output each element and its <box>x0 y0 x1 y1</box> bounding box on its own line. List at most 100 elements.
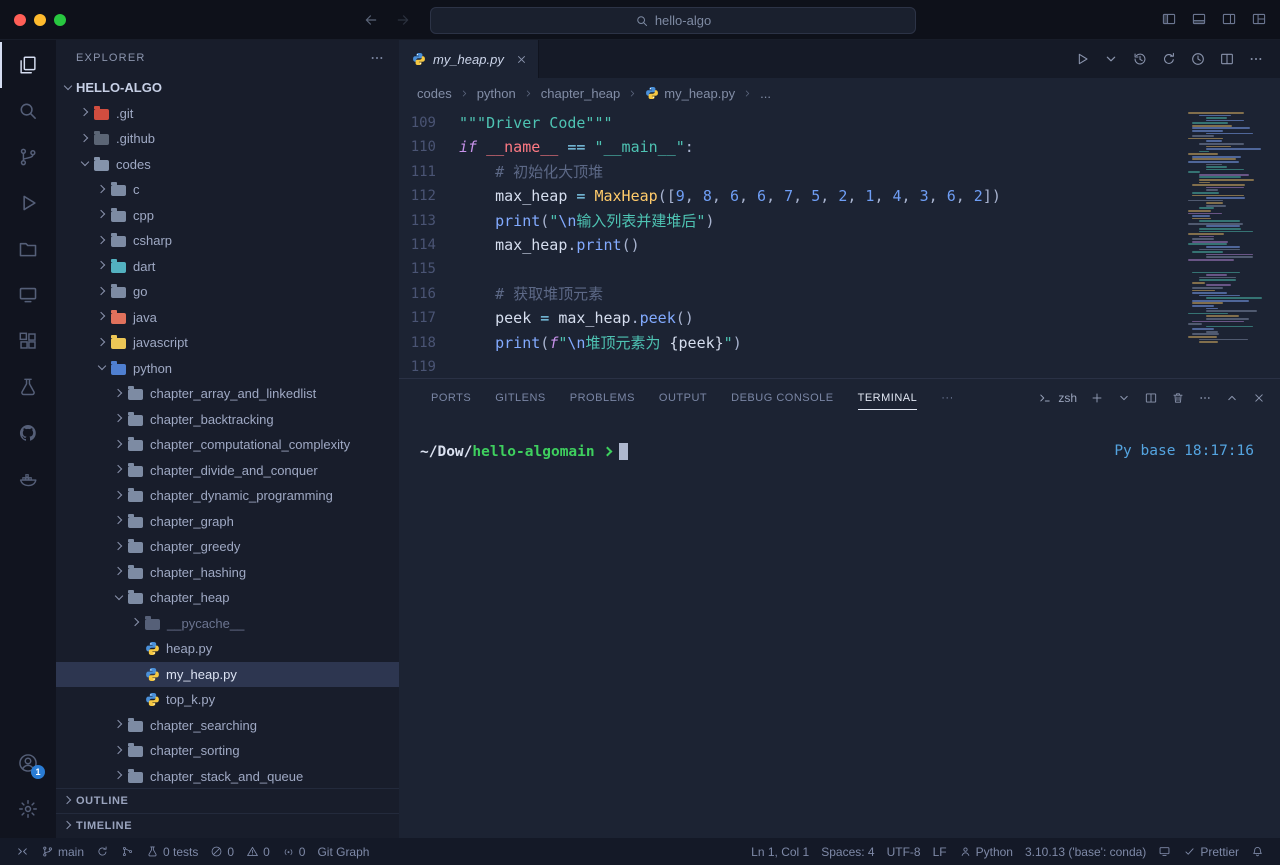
breadcrumb-item-chapter_heap[interactable]: chapter_heap <box>541 86 621 101</box>
code-line-114[interactable]: 114 max_heap.print() <box>399 233 1280 257</box>
tree-item-chapter_searching[interactable]: chapter_searching <box>56 713 399 739</box>
code-line-115[interactable]: 115 <box>399 257 1280 281</box>
tests-status[interactable]: 0 tests <box>140 838 204 865</box>
remote-screen-status[interactable] <box>1152 838 1177 865</box>
code-editor[interactable]: 109"""Driver Code"""110if __name__ == "_… <box>399 108 1280 378</box>
python-interpreter-status[interactable]: 3.10.13 ('base': conda) <box>1019 838 1152 865</box>
remote-status[interactable] <box>10 838 35 865</box>
tree-root[interactable]: HELLO-ALGO <box>56 75 399 101</box>
tree-item-.github[interactable]: .github <box>56 126 399 152</box>
activity-remote-explorer[interactable] <box>0 272 56 318</box>
tree-item-chapter_dynamic_programming[interactable]: chapter_dynamic_programming <box>56 483 399 509</box>
panel-tab-ports[interactable]: PORTS <box>419 379 483 416</box>
close-window-button[interactable] <box>14 14 26 26</box>
terminal-shell-selector[interactable]: zsh <box>1038 391 1077 405</box>
breadcrumb-item--[interactable]: ... <box>760 86 771 101</box>
warnings-status[interactable]: 0 <box>240 838 276 865</box>
activity-project-manager[interactable] <box>0 226 56 272</box>
breadcrumb-item-my_heap-py[interactable]: my_heap.py <box>645 86 735 101</box>
tree-item-__pycache__[interactable]: __pycache__ <box>56 611 399 637</box>
tree-item-csharp[interactable]: csharp <box>56 228 399 254</box>
code-line-111[interactable]: 111 # 初始化大顶堆 <box>399 160 1280 184</box>
panel-tab-output[interactable]: OUTPUT <box>647 379 719 416</box>
cursor-position-status[interactable]: Ln 1, Col 1 <box>745 838 815 865</box>
tree-item-my_heap.py[interactable]: my_heap.py <box>56 662 399 688</box>
sync-changes-status[interactable] <box>90 838 115 865</box>
launch-profile-button[interactable] <box>1117 391 1131 405</box>
split-editor-button[interactable] <box>1219 51 1235 67</box>
code-line-113[interactable]: 113 print("\n输入列表并建堆后") <box>399 209 1280 233</box>
activity-accounts[interactable]: 1 <box>0 740 56 786</box>
code-line-109[interactable]: 109"""Driver Code""" <box>399 111 1280 135</box>
indentation-status[interactable]: Spaces: 4 <box>815 838 880 865</box>
minimize-window-button[interactable] <box>34 14 46 26</box>
tree-item-chapter_computational_complexity[interactable]: chapter_computational_complexity <box>56 432 399 458</box>
notifications-status[interactable] <box>1245 838 1270 865</box>
split-terminal-button[interactable] <box>1144 391 1158 405</box>
tree-item-heap.py[interactable]: heap.py <box>56 636 399 662</box>
code-line-110[interactable]: 110if __name__ == "__main__": <box>399 135 1280 159</box>
tree-item-chapter_heap[interactable]: chapter_heap <box>56 585 399 611</box>
tree-item-chapter_graph[interactable]: chapter_graph <box>56 509 399 535</box>
errors-status[interactable]: 0 <box>204 838 240 865</box>
tree-item-codes[interactable]: codes <box>56 152 399 178</box>
activity-explorer[interactable] <box>0 42 56 88</box>
tree-item-javascript[interactable]: javascript <box>56 330 399 356</box>
go-forward-button[interactable] <box>395 12 411 28</box>
outline-section[interactable]: OUTLINE <box>56 788 399 813</box>
more-actions-button[interactable] <box>1198 391 1212 405</box>
panel-tab-gitlens[interactable]: GITLENS <box>483 379 558 416</box>
tree-item-java[interactable]: java <box>56 305 399 331</box>
terminal[interactable]: ~/Dow/hello-algo main Py base 18:17:16 <box>399 416 1280 838</box>
tree-item-cpp[interactable]: cpp <box>56 203 399 229</box>
zoom-window-button[interactable] <box>54 14 66 26</box>
ports-status[interactable]: 0 <box>276 838 312 865</box>
kill-terminal-button[interactable] <box>1171 391 1185 405</box>
language-mode-status[interactable]: Python <box>953 838 1019 865</box>
maximize-panel-button[interactable] <box>1225 391 1239 405</box>
git-graph-view-status[interactable] <box>115 838 140 865</box>
toggle-secondary-sidebar-button[interactable] <box>1221 11 1237 27</box>
toggle-primary-sidebar-button[interactable] <box>1161 11 1177 27</box>
activity-source-control[interactable] <box>0 134 56 180</box>
activity-testing[interactable] <box>0 364 56 410</box>
activity-docker[interactable] <box>0 456 56 502</box>
code-line-112[interactable]: 112 max_heap = MaxHeap([9, 8, 6, 6, 7, 5… <box>399 184 1280 208</box>
tree-item-chapter_stack_and_queue[interactable]: chapter_stack_and_queue <box>56 764 399 789</box>
git-graph-status[interactable]: Git Graph <box>311 838 375 865</box>
tree-item-chapter_array_and_linkedlist[interactable]: chapter_array_and_linkedlist <box>56 381 399 407</box>
go-back-button[interactable] <box>363 12 379 28</box>
panel-tab-terminal[interactable]: TERMINAL <box>846 379 930 416</box>
run-profile-button[interactable] <box>1190 51 1206 67</box>
branch-status[interactable]: main <box>35 838 90 865</box>
tree-item-.git[interactable]: .git <box>56 101 399 127</box>
tree-item-c[interactable]: c <box>56 177 399 203</box>
tree-item-python[interactable]: python <box>56 356 399 382</box>
activity-extensions[interactable] <box>0 318 56 364</box>
tree-item-chapter_sorting[interactable]: chapter_sorting <box>56 738 399 764</box>
minimap[interactable] <box>1188 112 1268 344</box>
activity-settings[interactable] <box>0 786 56 832</box>
breadcrumb-item-codes[interactable]: codes <box>417 86 452 101</box>
run-python-file-button[interactable] <box>1074 51 1090 67</box>
more-actions-button[interactable] <box>1248 51 1264 67</box>
tree-item-dart[interactable]: dart <box>56 254 399 280</box>
timeline-section[interactable]: TIMELINE <box>56 813 399 838</box>
close-tab-button[interactable] <box>515 53 528 66</box>
code-line-117[interactable]: 117 peek = max_heap.peek() <box>399 306 1280 330</box>
tree-item-top_k.py[interactable]: top_k.py <box>56 687 399 713</box>
open-changes-button[interactable] <box>1161 51 1177 67</box>
close-panel-button[interactable] <box>1252 391 1266 405</box>
tree-item-chapter_divide_and_conquer[interactable]: chapter_divide_and_conquer <box>56 458 399 484</box>
tab-my-heap-py[interactable]: my_heap.py <box>399 40 539 78</box>
tree-item-chapter_greedy[interactable]: chapter_greedy <box>56 534 399 560</box>
code-line-118[interactable]: 118 print(f"\n堆顶元素为 {peek}") <box>399 331 1280 355</box>
run-dropdown-button[interactable] <box>1103 51 1119 67</box>
encoding-status[interactable]: UTF-8 <box>881 838 927 865</box>
panel-more-tabs-button[interactable]: ··· <box>929 379 966 416</box>
view-timeline-button[interactable] <box>1132 51 1148 67</box>
panel-tab-problems[interactable]: PROBLEMS <box>558 379 647 416</box>
prettier-status[interactable]: Prettier <box>1177 838 1245 865</box>
code-line-119[interactable]: 119 <box>399 355 1280 379</box>
customize-layout-button[interactable] <box>1251 11 1267 27</box>
